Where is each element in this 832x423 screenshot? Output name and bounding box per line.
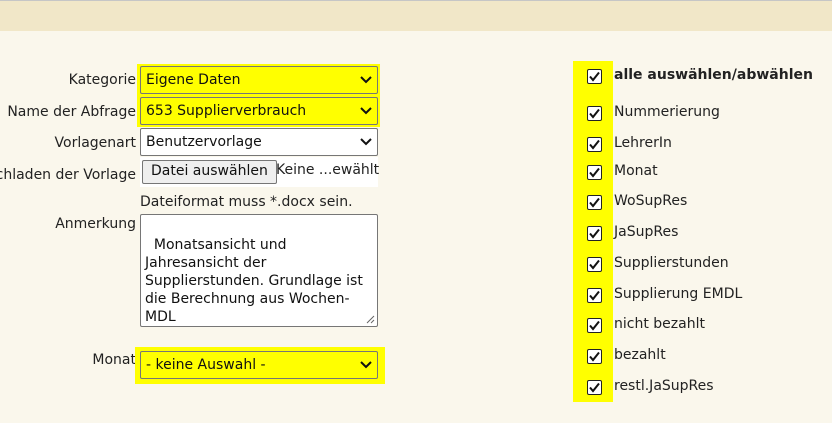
name-label: Name der Abfrage [7,104,136,120]
checkbox-label-restl-jasupres[interactable]: restl.JaSupRes [614,378,714,394]
checkbox-label-nicht-bezahlt[interactable]: nicht bezahlt [614,316,705,332]
checkmark-icon [589,259,600,270]
checkmark-icon [589,351,600,362]
kategorie-value: Eigene Daten [146,72,241,88]
checkbox-restl-jasupres[interactable] [587,380,602,395]
checkmark-icon [589,290,600,301]
checkbox-label-nummerierung[interactable]: Nummerierung [614,104,720,120]
chevron-down-icon [360,107,372,115]
anmerkung-textarea[interactable]: Monatsansicht und Jahresansicht der Supp… [140,214,378,327]
select-all-checkbox[interactable] [587,69,602,84]
checkbox-nummerierung[interactable] [587,106,602,121]
kategorie-select[interactable]: Eigene Daten [140,66,378,94]
monat-label: Monat [92,352,136,368]
checkbox-nicht-bezahlt[interactable] [587,318,602,333]
anmerkung-label: Anmerkung [55,216,136,232]
checkbox-label-supplierung-emdl[interactable]: Supplierung EMDL [614,286,742,302]
name-value: 653 Supplierverbrauch [146,103,307,119]
chevron-down-icon [360,361,372,369]
vorlagenart-value: Benutzervorlage [146,134,262,150]
checkmark-icon [589,382,600,393]
monat-select[interactable]: - keine Auswahl - [140,351,378,379]
monat-value: - keine Auswahl - [146,357,266,373]
checkbox-supplierstunden[interactable] [587,257,602,272]
checkmark-icon [589,320,600,331]
choose-file-button[interactable]: Datei auswählen [142,160,277,184]
file-format-hint: Dateiformat muss *.docx sein. [140,194,353,210]
checkbox-label-bezahlt[interactable]: bezahlt [614,347,666,363]
checkmark-icon [589,167,600,178]
checkbox-label-wosupres[interactable]: WoSupRes [614,193,687,209]
file-status: Keine ...ewählt [276,162,380,178]
checkbox-label-supplierstunden[interactable]: Supplierstunden [614,255,729,271]
checkbox-lehrerin[interactable] [587,137,602,152]
checkbox-jasupres[interactable] [587,226,602,241]
upload-label: ochladen der Vorlage [0,167,136,183]
kategorie-label: Kategorie [68,72,136,88]
checkbox-label-jasupres[interactable]: JaSupRes [614,224,678,240]
checkmark-icon [589,228,600,239]
anmerkung-value: Monatsansicht und Jahresansicht der Supp… [145,237,368,325]
checkmark-icon [589,71,600,82]
chevron-down-icon [360,138,372,146]
checkbox-bezahlt[interactable] [587,349,602,364]
checkbox-label-monat[interactable]: Monat [614,163,658,179]
name-select[interactable]: 653 Supplierverbrauch [140,97,378,125]
file-input: Datei auswählen Keine ...ewählt [140,157,380,187]
top-bar [0,0,832,31]
select-all-label[interactable]: alle auswählen/abwählen [614,67,813,83]
checkbox-wosupres[interactable] [587,195,602,210]
resize-grip-icon[interactable] [366,315,375,324]
vorlagenart-label: Vorlagenart [54,135,136,151]
checkbox-label-lehrerin[interactable]: LehrerIn [614,135,672,151]
checkbox-monat[interactable] [587,165,602,180]
chevron-down-icon [360,76,372,84]
checkbox-supplierung-emdl[interactable] [587,288,602,303]
checkmark-icon [589,197,600,208]
checkmark-icon [589,108,600,119]
vorlagenart-select[interactable]: Benutzervorlage [140,128,378,156]
checkmark-icon [589,139,600,150]
